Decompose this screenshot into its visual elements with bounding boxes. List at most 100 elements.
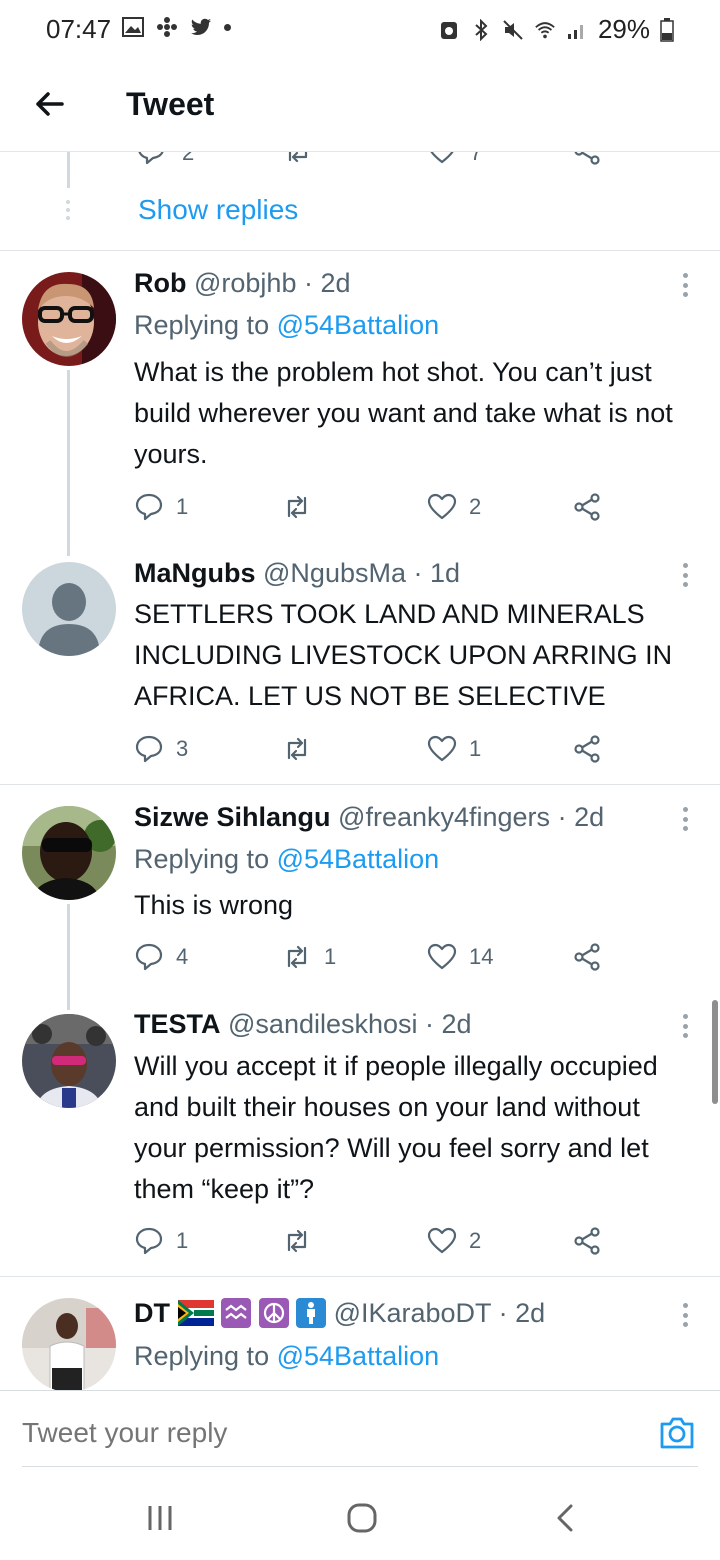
author-name[interactable]: DT — [134, 1298, 170, 1328]
back-arrow-icon[interactable] — [32, 86, 68, 122]
avatar[interactable] — [22, 1014, 116, 1108]
reply-icon — [135, 735, 163, 763]
thread-line — [67, 904, 70, 1010]
more-icon[interactable] — [682, 807, 688, 831]
retweet-count: 1 — [324, 944, 337, 969]
reply-icon[interactable] — [136, 152, 166, 166]
home-icon[interactable] — [342, 1502, 382, 1534]
author-handle[interactable]: @IKaraboDT — [334, 1298, 491, 1328]
retweet-icon — [287, 737, 307, 761]
tweet-actions: 1 2 — [134, 492, 614, 528]
mens-room-icon — [296, 1298, 327, 1328]
share-icon — [574, 493, 600, 521]
share-button[interactable] — [572, 492, 602, 522]
more-icon[interactable] — [682, 563, 688, 587]
mention-link[interactable]: @54Battalion — [277, 1341, 440, 1371]
system-nav-bar — [0, 1470, 720, 1560]
share-icon[interactable] — [572, 152, 602, 166]
retweet-icon — [287, 945, 307, 969]
more-icon[interactable] — [682, 1014, 688, 1038]
retweet-icon — [287, 495, 307, 519]
thread-line — [67, 370, 70, 556]
page-title: Tweet — [126, 86, 215, 122]
more-icon[interactable] — [682, 273, 688, 297]
reply-button[interactable]: 1 — [134, 492, 188, 522]
like-button[interactable]: 2 — [427, 1226, 481, 1256]
reply-button[interactable]: 1 — [134, 1226, 188, 1256]
avatar[interactable] — [22, 272, 116, 366]
avatar[interactable] — [22, 806, 116, 900]
like-count: 14 — [469, 944, 494, 969]
aquarius-icon — [221, 1298, 252, 1328]
reply-button[interactable]: 3 — [134, 734, 188, 764]
reply-button[interactable]: 4 — [134, 942, 188, 972]
replying-prefix: Replying to — [134, 844, 270, 874]
thread-continuation-dots — [66, 200, 70, 220]
reply-icon — [135, 493, 163, 521]
replying-to: Replying to @54Battalion — [134, 844, 439, 875]
twitter-notification-icon — [190, 18, 212, 35]
replying-prefix: Replying to — [134, 1341, 270, 1371]
avatar-default[interactable] — [22, 562, 116, 656]
recent-apps-icon[interactable] — [140, 1502, 180, 1534]
share-button[interactable] — [572, 942, 602, 972]
like-icon[interactable] — [427, 152, 457, 166]
author-name[interactable]: Sizwe Sihlangu — [134, 802, 331, 832]
author-name[interactable]: TESTA — [134, 1009, 221, 1039]
tweet-time: · 2d — [498, 1298, 546, 1328]
signal-icon — [567, 24, 583, 39]
tweet-text: Will you accept it if people illegally o… — [134, 1051, 658, 1204]
retweet-icon[interactable] — [283, 152, 313, 166]
author-name[interactable]: MaNgubs — [134, 558, 256, 588]
tweet-time: · 1d — [413, 558, 461, 588]
retweet-icon — [287, 1229, 307, 1253]
author-handle[interactable]: @freanky4fingers — [338, 802, 550, 832]
bluetooth-icon — [475, 18, 488, 41]
mention-link[interactable]: @54Battalion — [277, 310, 440, 340]
avatar[interactable] — [22, 1298, 116, 1392]
tweet-header: TESTA @sandileskhosi · 2d — [134, 1009, 472, 1040]
reply-count: 3 — [176, 736, 189, 761]
author-handle[interactable]: @sandileskhosi — [228, 1009, 418, 1039]
replying-to: Replying to @54Battalion — [134, 1341, 439, 1372]
more-notifications-dot — [224, 23, 231, 31]
partial-action-row: 2 7 — [0, 152, 720, 168]
partial-like-count: 7 — [470, 152, 483, 165]
show-replies-link[interactable]: Show replies — [138, 194, 298, 226]
retweet-button[interactable] — [282, 734, 324, 764]
share-button[interactable] — [572, 1226, 602, 1256]
back-nav-icon[interactable] — [546, 1502, 586, 1534]
status-bar: 07:47 29% — [0, 0, 720, 58]
app-header: Tweet — [0, 58, 720, 152]
tweet-actions: 3 1 — [134, 734, 614, 770]
camera-icon[interactable] — [658, 1415, 696, 1451]
battery-icon — [660, 17, 674, 42]
more-icon[interactable] — [682, 1303, 688, 1327]
like-button[interactable]: 2 — [427, 492, 481, 522]
like-button[interactable]: 1 — [427, 734, 481, 764]
author-handle[interactable]: @NgubsMa — [263, 558, 406, 588]
divider — [0, 784, 720, 785]
tweet-header: MaNgubs @NgubsMa · 1d — [134, 558, 460, 589]
share-button[interactable] — [572, 734, 602, 764]
tweet-header: Sizwe Sihlangu @freanky4fingers · 2d — [134, 802, 604, 833]
mention-link[interactable]: @54Battalion — [277, 844, 440, 874]
divider — [0, 250, 720, 251]
retweet-button[interactable] — [282, 1226, 324, 1256]
reply-count: 1 — [176, 494, 189, 519]
scrollbar-thumb[interactable] — [712, 1000, 718, 1104]
author-handle[interactable]: @robjhb — [194, 268, 296, 298]
retweet-button[interactable]: 1 — [282, 942, 336, 972]
like-button[interactable]: 14 — [427, 942, 493, 972]
reply-icon — [135, 1227, 163, 1255]
tweet-text: SETTLERS TOOK LAND AND MINERALS INCLUDIN… — [134, 599, 673, 711]
author-name[interactable]: Rob — [134, 268, 186, 298]
tweet-actions: 4 1 14 — [134, 942, 614, 978]
reply-composer — [0, 1390, 720, 1470]
thread-line — [67, 152, 70, 188]
like-icon — [427, 493, 457, 520]
status-time: 07:47 — [46, 14, 112, 44]
reply-input[interactable] — [22, 1417, 582, 1449]
retweet-button[interactable] — [282, 492, 324, 522]
divider — [0, 1276, 720, 1277]
